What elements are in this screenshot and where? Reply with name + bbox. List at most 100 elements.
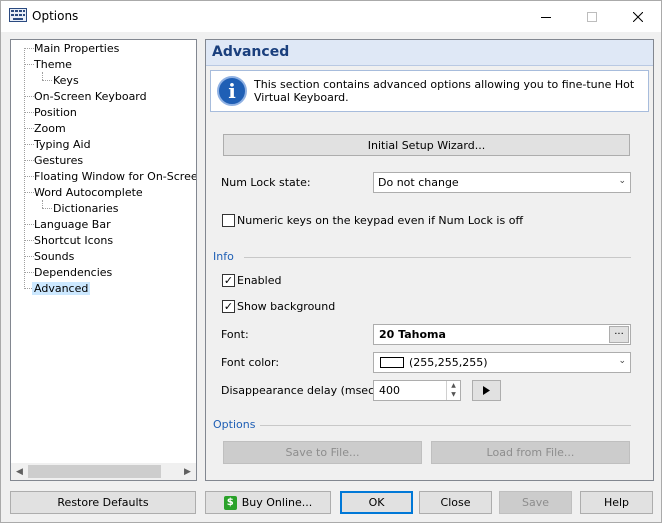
- buy-online-label: Buy Online...: [241, 496, 313, 509]
- options-section-label: Options: [213, 418, 256, 431]
- spin-up-icon[interactable]: ▲: [447, 381, 460, 390]
- enabled-checkbox[interactable]: ✓: [222, 274, 235, 287]
- wizard-button-label: Initial Setup Wizard...: [367, 138, 486, 152]
- tree-connector: [24, 192, 34, 193]
- ok-button[interactable]: OK: [340, 491, 413, 514]
- tree-connector: [24, 160, 34, 161]
- font-color-value: (255,255,255): [409, 356, 488, 369]
- tree-item-dependencies[interactable]: Dependencies: [34, 265, 112, 281]
- tree-item-sounds[interactable]: Sounds: [34, 249, 74, 265]
- restore-defaults-label: Restore Defaults: [57, 496, 149, 509]
- window-title: Options: [32, 9, 79, 23]
- tree-item-keys[interactable]: Keys: [53, 73, 79, 89]
- chevron-down-icon: ⌄: [618, 356, 626, 366]
- scroll-thumb[interactable]: [28, 465, 161, 478]
- close-icon: [633, 11, 643, 22]
- restore-defaults-button[interactable]: Restore Defaults: [10, 491, 196, 514]
- close-window-button[interactable]: [615, 1, 661, 32]
- tree-item-theme[interactable]: Theme: [34, 57, 72, 73]
- show-background-label: Show background: [237, 300, 336, 313]
- tree-connector: [24, 112, 34, 113]
- tree-item-label: Gestures: [34, 154, 84, 167]
- tree-item-gestures[interactable]: Gestures: [34, 153, 83, 169]
- tree-item-label: Theme: [34, 58, 72, 71]
- font-browse-button[interactable]: ···: [609, 326, 629, 343]
- options-tree[interactable]: Main Properties Theme Keys On-Screen Key…: [10, 39, 197, 481]
- options-window: Options Main Properties Theme Keys On-Sc…: [0, 0, 662, 523]
- dollar-icon: $: [223, 495, 237, 510]
- close-button[interactable]: Close: [419, 491, 492, 514]
- delay-input[interactable]: 400 ▲ ▼: [373, 380, 461, 401]
- tree-connector: [24, 96, 34, 97]
- tree-item-label: Sounds: [34, 250, 75, 263]
- maximize-button[interactable]: [569, 1, 615, 32]
- tree-connector: [24, 240, 34, 241]
- save-button[interactable]: Save: [499, 491, 572, 514]
- tree-connector: [24, 64, 34, 65]
- tree-connector: [24, 256, 34, 257]
- delay-play-button[interactable]: [472, 380, 501, 401]
- numlock-select[interactable]: Do not change ⌄: [373, 172, 631, 193]
- font-color-select[interactable]: (255,255,255) ⌄: [373, 352, 631, 373]
- tree-item-word-autocomplete[interactable]: Word Autocomplete: [34, 185, 143, 201]
- font-label: Font:: [221, 328, 249, 341]
- font-field[interactable]: 20 Tahoma ···: [373, 324, 631, 345]
- close-label: Close: [440, 496, 471, 509]
- buy-online-button[interactable]: $ Buy Online...: [205, 491, 331, 514]
- tree-item-label: Dictionaries: [53, 202, 119, 215]
- tree-item-shortcut-icons[interactable]: Shortcut Icons: [34, 233, 113, 249]
- tree-item-label: Dependencies: [34, 266, 113, 279]
- tree-item-label: Shortcut Icons: [34, 234, 114, 247]
- tree-item-on-screen-keyboard[interactable]: On-Screen Keyboard: [34, 89, 147, 105]
- minimize-icon: [541, 16, 551, 18]
- advanced-panel: Advanced i This section contains advance…: [205, 39, 654, 481]
- tree-item-zoom[interactable]: Zoom: [34, 121, 66, 137]
- initial-setup-wizard-button[interactable]: Initial Setup Wizard...: [223, 134, 630, 156]
- save-label: Save: [521, 496, 549, 509]
- info-separator: [244, 257, 631, 258]
- tree-connector: [42, 80, 52, 81]
- help-label: Help: [603, 496, 630, 509]
- tree-item-label: Floating Window for On-Screen Ke: [34, 170, 197, 183]
- delay-value: 400: [379, 384, 400, 397]
- numeric-keys-label: Numeric keys on the keypad even if Num L…: [237, 214, 524, 227]
- tree-item-label: On-Screen Keyboard: [34, 90, 147, 103]
- tree-item-typing-aid[interactable]: Typing Aid: [34, 137, 91, 153]
- tree-connector: [24, 48, 34, 49]
- tree-item-label: Language Bar: [34, 218, 111, 231]
- keyboard-app-icon: [9, 8, 27, 22]
- tree-item-floating-window[interactable]: Floating Window for On-Screen Ke: [34, 169, 197, 185]
- maximize-icon: [587, 11, 597, 22]
- ok-label: OK: [368, 496, 385, 509]
- tree-item-label: Main Properties: [34, 42, 120, 55]
- font-value: 20 Tahoma: [379, 328, 446, 341]
- tree-item-advanced[interactable]: Advanced: [32, 281, 91, 297]
- numlock-label: Num Lock state:: [221, 176, 311, 189]
- tree-item-language-bar[interactable]: Language Bar: [34, 217, 111, 233]
- load-from-file-button[interactable]: Load from File...: [431, 441, 630, 464]
- tree-connector: [42, 72, 43, 80]
- minimize-button[interactable]: [523, 1, 569, 32]
- info-icon: i: [217, 76, 247, 106]
- tree-item-label: Word Autocomplete: [34, 186, 143, 199]
- tree-connector: [24, 224, 34, 225]
- help-button[interactable]: Help: [580, 491, 653, 514]
- tree-connector: [24, 48, 25, 289]
- show-background-checkbox[interactable]: ✓: [222, 300, 235, 313]
- scroll-left-icon[interactable]: ◀: [11, 463, 28, 480]
- tree-horizontal-scrollbar[interactable]: ◀ ▶: [11, 463, 196, 480]
- scroll-right-icon[interactable]: ▶: [179, 463, 196, 480]
- save-to-file-button[interactable]: Save to File...: [223, 441, 422, 464]
- info-text: This section contains advanced options a…: [254, 78, 635, 104]
- load-from-file-label: Load from File...: [486, 446, 575, 459]
- play-icon: [483, 386, 490, 395]
- tree-connector: [24, 272, 34, 273]
- info-section-label: Info: [213, 250, 234, 263]
- tree-item-dictionaries[interactable]: Dictionaries: [53, 201, 118, 217]
- delay-spinner[interactable]: ▲ ▼: [446, 381, 460, 400]
- tree-connector: [42, 208, 52, 209]
- spin-down-icon[interactable]: ▼: [447, 390, 460, 399]
- numeric-keys-checkbox[interactable]: [222, 214, 235, 227]
- tree-item-main-properties[interactable]: Main Properties: [34, 41, 119, 57]
- tree-item-position[interactable]: Position: [34, 105, 77, 121]
